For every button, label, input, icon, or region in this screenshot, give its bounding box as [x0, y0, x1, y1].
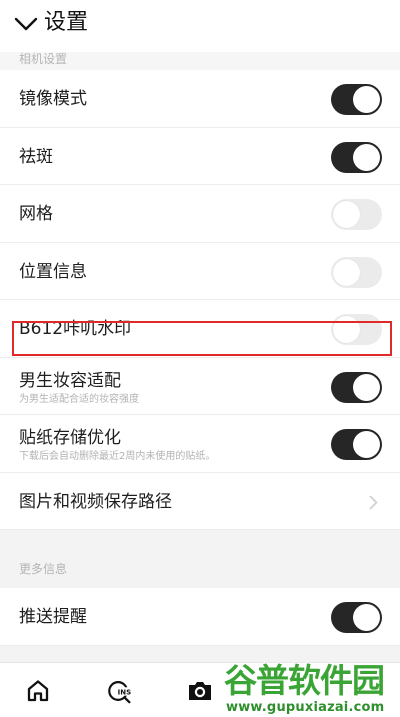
toggle-knob	[353, 604, 380, 631]
b612-watermark-toggle[interactable]	[331, 314, 382, 345]
toggle-knob	[353, 86, 380, 113]
setting-row-blemish-removal: 祛斑	[0, 127, 400, 185]
setting-row-sticker-storage: 贴纸存储优化 下载后会自动删除最近2周内未使用的贴纸。	[0, 415, 400, 473]
ins-label: INS	[118, 688, 132, 696]
home-icon	[27, 680, 49, 702]
setting-label: 位置信息	[19, 261, 87, 282]
nav-home-button[interactable]	[24, 677, 52, 705]
setting-description: 下载后会自动删除最近2周内未使用的贴纸。	[19, 451, 216, 462]
page-title: 设置	[44, 10, 89, 35]
push-notification-toggle[interactable]	[331, 602, 382, 633]
site-watermark: 谷普软件园 www.gupuxiazai.com	[224, 662, 400, 717]
section-header-camera: 相机设置	[0, 52, 400, 70]
nav-ins-button[interactable]: INS	[106, 677, 134, 705]
section-header-more-info: 更多信息	[0, 552, 400, 588]
male-makeup-toggle[interactable]	[331, 371, 382, 403]
sticker-storage-toggle[interactable]	[331, 429, 382, 460]
toggle-knob	[353, 143, 380, 171]
setting-label: 男生妆容适配	[19, 370, 121, 391]
setting-label: 祛斑	[19, 146, 53, 167]
watermark-url: www.gupuxiazai.com	[226, 700, 385, 715]
toggle-knob	[353, 373, 380, 401]
ins-icon: INS	[108, 681, 133, 704]
section-spacer	[0, 530, 400, 552]
location-info-toggle[interactable]	[331, 256, 382, 288]
setting-label: B612咔叽水印	[19, 319, 132, 339]
settings-header: 设置	[0, 0, 400, 52]
nav-camera-button[interactable]	[186, 677, 214, 705]
chevron-right-icon	[369, 495, 378, 509]
camera-icon	[189, 682, 211, 700]
setting-label: 推送提醒	[19, 607, 87, 627]
setting-row-push-notification: 推送提醒	[0, 588, 400, 646]
setting-row-location-info: 位置信息	[0, 242, 400, 300]
chevron-down-icon[interactable]	[13, 14, 39, 34]
mirror-mode-toggle[interactable]	[331, 84, 382, 115]
setting-row-grid: 网格	[0, 185, 400, 243]
toggle-knob	[333, 201, 360, 228]
setting-label: 图片和视频保存路径	[19, 491, 172, 512]
setting-row-save-path[interactable]: 图片和视频保存路径	[0, 472, 400, 530]
setting-label: 网格	[19, 204, 53, 224]
setting-label: 贴纸存储优化	[19, 428, 121, 448]
setting-row-mirror-mode: 镜像模式	[0, 70, 400, 128]
toggle-knob	[333, 258, 360, 286]
grid-toggle[interactable]	[331, 199, 382, 230]
settings-list[interactable]: 相机设置 镜像模式 祛斑 网格 位置信息 B612咔叽水印 男生妆容适配 为男生…	[0, 52, 400, 662]
watermark-text: 谷普软件园	[224, 661, 385, 700]
blemish-removal-toggle[interactable]	[331, 141, 382, 173]
toggle-knob	[353, 431, 380, 458]
toggle-knob	[333, 316, 360, 343]
setting-label: 镜像模式	[19, 89, 87, 109]
setting-description: 为男生适配合适的妆容强度	[19, 393, 139, 405]
setting-row-male-makeup: 男生妆容适配 为男生适配合适的妆容强度	[0, 357, 400, 415]
setting-row-b612-watermark: B612咔叽水印	[0, 300, 400, 358]
